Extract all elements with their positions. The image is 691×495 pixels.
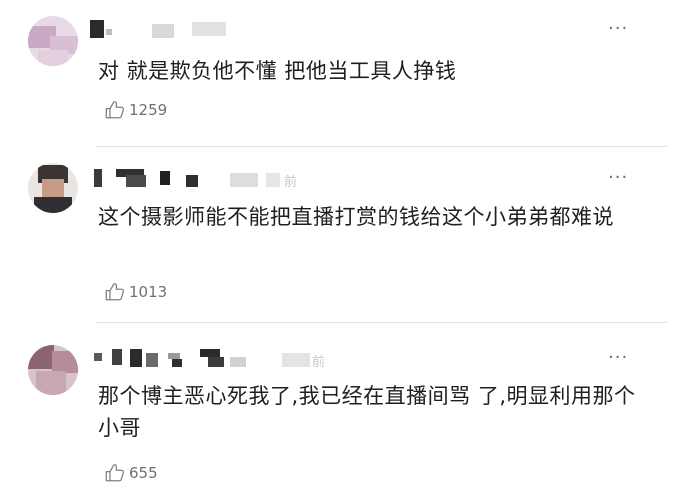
more-icon[interactable]: ··· xyxy=(608,169,628,187)
comment-text: 这个摄影师能不能把直播打赏的钱给这个小弟弟都难说 xyxy=(98,205,614,229)
username[interactable]: 前 xyxy=(90,169,320,190)
thumbs-up-icon xyxy=(105,101,125,119)
thumbs-up-icon xyxy=(105,283,125,301)
username[interactable]: 前 xyxy=(90,349,340,370)
like-count: 1259 xyxy=(129,101,168,119)
username[interactable] xyxy=(90,20,250,40)
comment-text: 对 就是欺负他不懂 把他当工具人挣钱 xyxy=(98,59,457,83)
comment-item: 前 ··· 那个博主恶心死我了,我已经在直播间骂 了,明显利用那个小哥 655 xyxy=(0,323,691,495)
like-button[interactable]: 1259 xyxy=(104,99,167,121)
comment-text: 那个博主恶心死我了,我已经在直播间骂 了,明显利用那个小哥 xyxy=(98,384,636,440)
comment-item: 前 ··· 这个摄影师能不能把直播打赏的钱给这个小弟弟都难说 1013 xyxy=(0,147,691,322)
avatar[interactable] xyxy=(28,345,78,395)
more-icon[interactable]: ··· xyxy=(608,349,628,367)
like-count: 1013 xyxy=(129,283,168,301)
comment-item: ··· 对 就是欺负他不懂 把他当工具人挣钱 1259 xyxy=(0,0,691,150)
like-button[interactable]: 1013 xyxy=(104,281,167,303)
thumbs-up-icon xyxy=(105,464,125,482)
like-count: 655 xyxy=(129,464,158,482)
avatar[interactable] xyxy=(28,163,78,213)
more-icon[interactable]: ··· xyxy=(608,20,628,38)
avatar[interactable] xyxy=(28,16,78,66)
like-button[interactable]: 655 xyxy=(104,462,158,484)
